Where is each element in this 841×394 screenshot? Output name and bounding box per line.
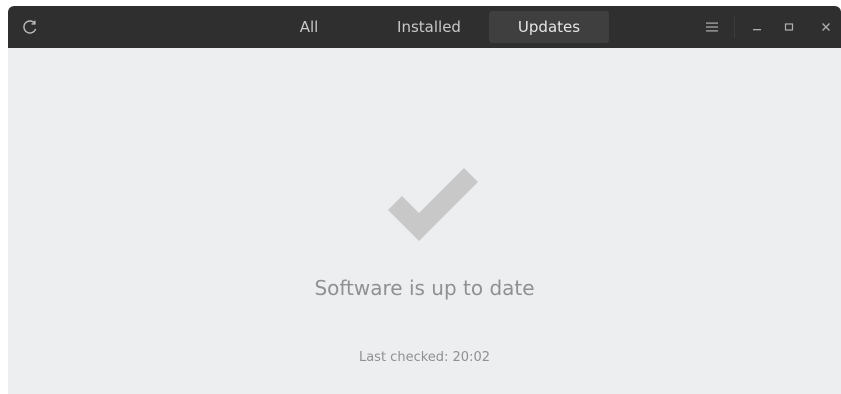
refresh-icon — [23, 20, 37, 34]
maximize-button[interactable] — [775, 11, 803, 43]
view-switcher: All Installed Updates — [249, 11, 609, 43]
menu-button[interactable] — [698, 11, 726, 43]
header-separator — [734, 16, 735, 38]
checkmark-icon — [388, 168, 478, 241]
last-checked-label: Last checked: 20:02 — [358, 350, 491, 365]
software-window: All Installed Updates Software is up to … — [8, 6, 841, 394]
close-icon — [822, 23, 830, 31]
minimize-button[interactable] — [743, 11, 771, 43]
refresh-button[interactable] — [14, 11, 46, 43]
minimize-icon — [753, 29, 761, 31]
tab-updates[interactable]: Updates — [489, 11, 609, 43]
status-title: Software is up to date — [314, 276, 535, 300]
header-bar: All Installed Updates — [8, 6, 841, 48]
hamburger-menu-icon — [706, 22, 718, 32]
tab-installed[interactable]: Installed — [369, 11, 489, 43]
tab-all[interactable]: All — [249, 11, 369, 43]
close-button[interactable] — [812, 11, 840, 43]
maximize-icon — [784, 23, 794, 31]
updates-page: Software is up to date Last checked: 20:… — [8, 48, 841, 394]
